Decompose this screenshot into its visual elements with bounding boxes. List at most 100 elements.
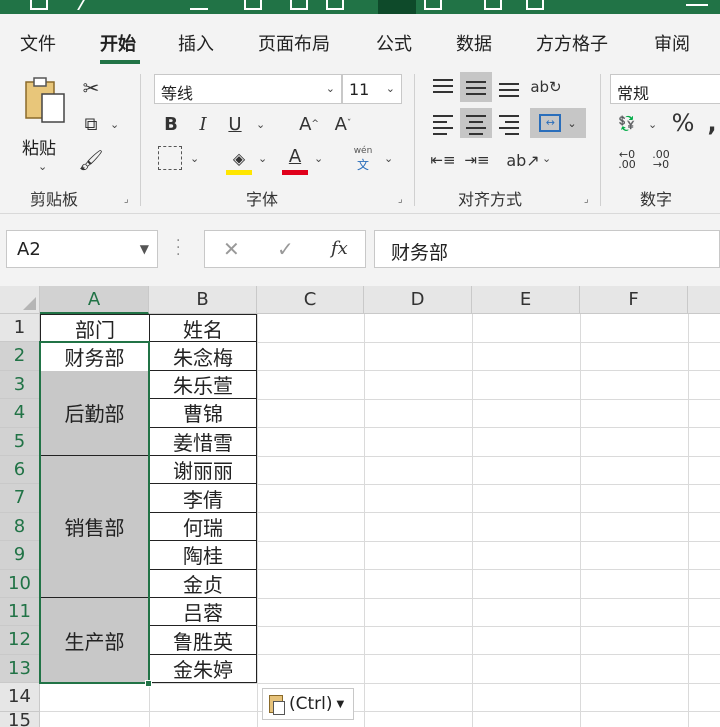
currency-icon[interactable]: 💱 — [612, 110, 642, 138]
enter-icon[interactable]: ✓ — [277, 237, 294, 261]
cut-icon[interactable]: ✂ — [78, 74, 104, 102]
document-icon[interactable] — [526, 0, 544, 10]
align-middle-icon[interactable] — [460, 72, 492, 102]
formula-input[interactable]: 财务部 — [374, 230, 720, 268]
paste-options-button[interactable]: (Ctrl) ▼ — [262, 688, 354, 720]
number-format-combo[interactable]: 常规 — [610, 74, 720, 104]
decrease-font-icon[interactable]: Aˇ — [330, 110, 356, 138]
font-size-combo[interactable]: 11 ⌄ — [342, 74, 402, 104]
row-header[interactable]: 5 — [0, 427, 40, 456]
cell-b8[interactable]: 何瑞 — [149, 512, 257, 542]
column-header-d[interactable]: D — [364, 286, 472, 314]
format-painter-icon[interactable]: 🖌 — [78, 146, 104, 174]
cell-b10[interactable]: 金贞 — [149, 569, 257, 598]
cell-b9[interactable]: 陶桂 — [149, 541, 257, 570]
merge-center-button[interactable]: ↔ ⌄ — [530, 108, 586, 138]
tab-formulas[interactable]: 公式 — [376, 30, 412, 56]
print-icon[interactable] — [244, 0, 262, 10]
borders-icon[interactable] — [158, 146, 182, 170]
cell-b12[interactable]: 鲁胜英 — [149, 626, 257, 655]
tab-file[interactable]: 文件 — [20, 30, 56, 56]
orientation-icon[interactable]: ab↻ — [530, 72, 562, 102]
row-header[interactable]: 10 — [0, 569, 40, 598]
cell-b4[interactable]: 曹锦 — [149, 399, 257, 428]
tab-review[interactable]: 审阅 — [654, 30, 690, 56]
fill-color-dropdown-icon[interactable]: ⌄ — [258, 152, 267, 165]
merged-cell-a3-a5[interactable]: 后勤部 — [40, 370, 149, 456]
phonetic-dropdown-icon[interactable]: ⌄ — [384, 152, 393, 165]
currency-dropdown-icon[interactable]: ⌄ — [648, 118, 657, 131]
cell-b2[interactable]: 朱念梅 — [149, 342, 257, 371]
row-header[interactable]: 1 — [0, 314, 40, 343]
cell-b1[interactable]: 姓名 — [149, 314, 257, 343]
row-header[interactable]: 11 — [0, 598, 40, 627]
cell-b7[interactable]: 李倩 — [149, 484, 257, 513]
row-header[interactable]: 15 — [0, 711, 40, 727]
quick-access-selected[interactable] — [378, 0, 416, 14]
clipboard-launcher-icon[interactable]: ⌟ — [124, 194, 129, 205]
merged-cell-a11-a13[interactable]: 生产部 — [40, 598, 149, 684]
percent-icon[interactable]: % — [668, 108, 698, 138]
row-header[interactable]: 8 — [0, 512, 40, 542]
column-header-f[interactable]: F — [580, 286, 688, 314]
font-color-icon[interactable]: A — [282, 142, 308, 170]
tab-page-layout[interactable]: 页面布局 — [258, 30, 330, 56]
decrease-decimal-icon[interactable]: .00 →0 — [646, 146, 676, 174]
text-direction-dropdown-icon[interactable]: ⌄ — [542, 152, 551, 165]
underline-icon[interactable]: U — [222, 110, 248, 138]
save-icon[interactable] — [30, 0, 48, 10]
cell-b5[interactable]: 姜惜雪 — [149, 427, 257, 456]
row-header[interactable]: 2 — [0, 342, 40, 371]
row-header[interactable]: 6 — [0, 456, 40, 485]
paste-dropdown-icon[interactable]: ⌄ — [38, 160, 47, 173]
cell-a2[interactable]: 财务部 — [40, 342, 149, 371]
borders-dropdown-icon[interactable]: ⌄ — [190, 152, 199, 165]
row-header[interactable]: 13 — [0, 654, 40, 684]
chart-icon[interactable] — [326, 0, 344, 10]
font-name-combo[interactable]: 等线 ⌄ — [154, 74, 342, 104]
row-header[interactable]: 3 — [0, 370, 40, 400]
bold-icon[interactable]: B — [158, 110, 184, 138]
select-all-button[interactable] — [0, 286, 40, 314]
row-header[interactable]: 14 — [0, 683, 40, 712]
alignment-launcher-icon[interactable]: ⌟ — [584, 194, 589, 205]
minimize-icon[interactable] — [686, 0, 708, 6]
cell-b6[interactable]: 谢丽丽 — [149, 456, 257, 485]
cell-b11[interactable]: 吕蓉 — [149, 598, 257, 627]
increase-decimal-icon[interactable]: ←0.00 — [612, 146, 642, 174]
copy-icon[interactable]: ⧉ — [78, 110, 104, 138]
text-direction-icon[interactable]: ab↗ — [506, 146, 539, 174]
camera-icon[interactable] — [424, 0, 442, 10]
tab-home[interactable]: 开始 — [100, 30, 136, 56]
tab-fangfang[interactable]: 方方格子 — [536, 30, 608, 56]
font-launcher-icon[interactable]: ⌟ — [398, 194, 403, 205]
fill-handle[interactable] — [145, 680, 152, 687]
column-header-e[interactable]: E — [472, 286, 580, 314]
phonetic-icon[interactable]: wén 文 — [350, 146, 376, 174]
italic-icon[interactable]: I — [190, 110, 216, 138]
screenshot-icon[interactable] — [484, 0, 502, 10]
tab-insert[interactable]: 插入 — [178, 30, 214, 56]
underline-dropdown-icon[interactable]: ⌄ — [256, 118, 265, 131]
font-color-dropdown-icon[interactable]: ⌄ — [314, 152, 323, 165]
row-header[interactable]: 7 — [0, 484, 40, 513]
name-box[interactable]: A2 ▼ — [6, 230, 158, 268]
column-header-b[interactable]: B — [149, 286, 257, 314]
fill-color-icon[interactable]: ◈ — [226, 144, 252, 172]
align-left-icon[interactable] — [428, 108, 458, 138]
merge-dropdown-icon[interactable]: ⌄ — [567, 117, 576, 130]
column-header-g[interactable] — [688, 286, 720, 314]
cell-b13[interactable]: 金朱婷 — [149, 654, 257, 684]
row-header[interactable]: 4 — [0, 399, 40, 428]
row-header[interactable]: 9 — [0, 541, 40, 570]
redo-icon[interactable] — [77, 0, 101, 10]
align-top-icon[interactable] — [428, 72, 458, 102]
cell-a1[interactable]: 部门 — [40, 314, 149, 343]
increase-font-icon[interactable]: A ^ — [296, 110, 322, 138]
increase-indent-icon[interactable]: ⇥≡ — [462, 146, 492, 174]
column-header-a[interactable]: A — [40, 286, 149, 314]
align-center-icon[interactable] — [460, 108, 492, 138]
row-header[interactable]: 12 — [0, 626, 40, 655]
cell-b3[interactable]: 朱乐萱 — [149, 370, 257, 400]
merged-cell-a6-a10[interactable]: 销售部 — [40, 456, 149, 598]
